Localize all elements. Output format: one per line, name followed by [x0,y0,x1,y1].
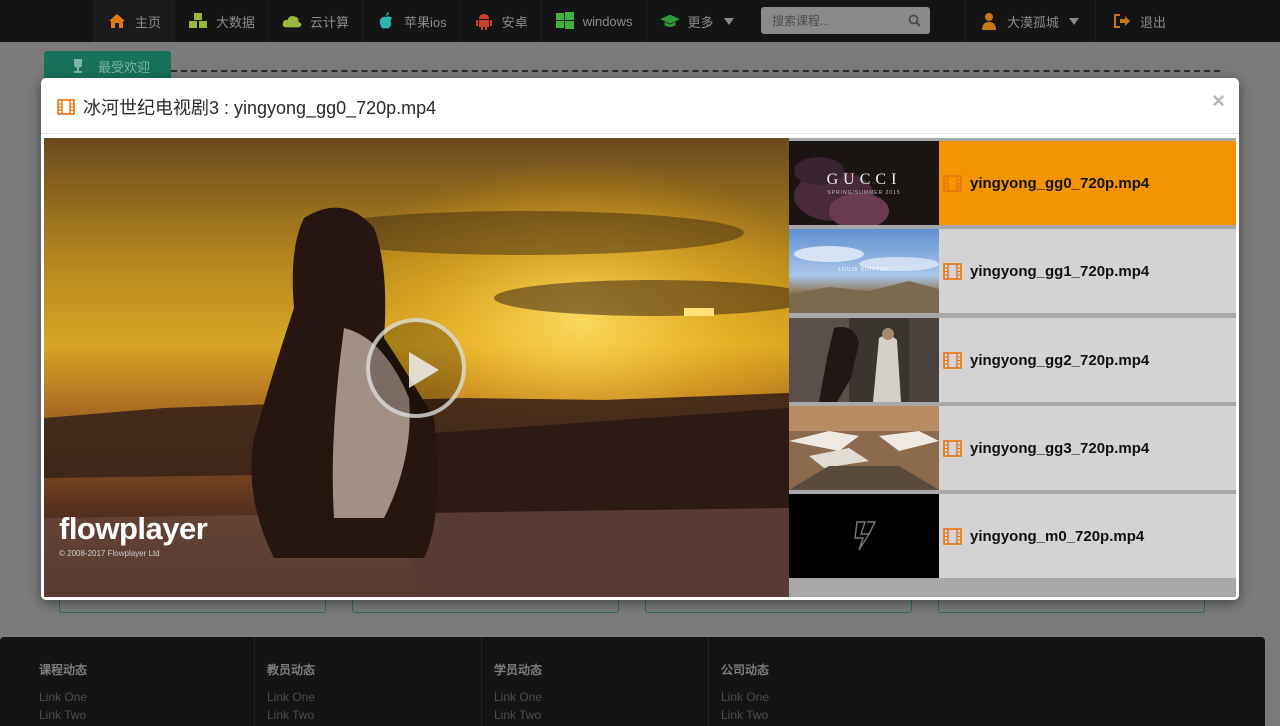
nav-item-cloud[interactable]: 云计算 [268,0,362,42]
playlist-item[interactable]: LOUIS VUITTON yingyong_gg1_720p.mp4 [789,229,1236,313]
user-menu[interactable]: 大漠孤城 [965,0,1095,42]
search-input[interactable] [761,7,901,34]
footer-column-title: 教员动态 [267,663,316,677]
footer-link[interactable]: Link Two [721,706,935,724]
video-thumbnail: LOUIS VUITTON [789,229,939,313]
nav-item-label: 更多 [687,14,714,30]
cubes-icon [188,12,208,30]
graduation-cap-icon [659,12,680,30]
play-icon [409,352,439,388]
apple-icon [376,12,396,30]
flowplayer-logo[interactable]: flowplayer [59,511,208,547]
popular-tab-label: 最受欢迎 [98,59,151,75]
android-icon [474,12,494,30]
thumbnail-brand-subtext: SPRING/SUMMER 2015 [827,190,901,196]
modal-header: 冰河世纪电视剧3 : yingyong_gg0_720p.mp4 × [41,78,1239,134]
logout-label: 退出 [1140,14,1167,30]
film-icon [943,262,962,280]
nav-item-android[interactable]: 安卓 [459,0,541,42]
nav-item-windows[interactable]: windows [540,0,646,42]
playlist-item-name: yingyong_gg1_720p.mp4 [970,262,1150,280]
footer-column: 学员动态 Link One Link Two [481,637,708,726]
footer-column-title: 课程动态 [39,663,88,677]
thumbnail-brand-text: LOUIS VUITTON [838,267,890,273]
footer: 课程动态 Link One Link Two 教员动态 Link One Lin… [0,637,1265,726]
playlist-item-label: yingyong_gg1_720p.mp4 [939,229,1149,313]
windows-icon [555,12,575,30]
modal-title-text: 冰河世纪电视剧3 : yingyong_gg0_720p.mp4 [83,98,437,118]
user-name: 大漠孤城 [1007,14,1060,30]
nav-item-more[interactable]: 更多 [645,0,747,42]
film-icon [943,439,962,457]
playlist-item[interactable]: yingyong_m0_720p.mp4 [789,494,1236,578]
cloud-icon [282,12,302,30]
nav-item-label: 苹果ios [404,14,447,30]
playlist-item-name: yingyong_gg0_720p.mp4 [970,174,1150,192]
modal-title: 冰河世纪电视剧3 : yingyong_gg0_720p.mp4 [57,94,436,120]
logout-button[interactable]: 退出 [1095,0,1194,42]
footer-link[interactable]: Link One [721,688,935,706]
home-icon [107,12,127,30]
chevron-down-icon [723,17,734,25]
user-nav: 大漠孤城 退出 [965,0,1194,42]
popular-tab[interactable]: 最受欢迎 [44,51,171,81]
search-icon[interactable] [908,14,921,27]
footer-link[interactable]: Link One [39,688,254,706]
video-player[interactable]: flowplayer © 2008-2017 Flowplayer Ltd [44,138,789,597]
top-navbar: 主页 大数据 云计算 苹果ios 安卓 windows 更多 搜索课程... 大… [0,0,1280,42]
video-thumbnail: GUCCI SPRING/SUMMER 2015 [789,141,939,225]
play-button[interactable] [366,318,466,418]
footer-column-title: 学员动态 [494,663,543,677]
nav-item-bigdata[interactable]: 大数据 [174,0,268,42]
user-icon [979,12,999,30]
sign-out-icon [1112,12,1132,30]
playlist-item-name: yingyong_gg3_720p.mp4 [970,439,1150,457]
footer-link[interactable]: Link One [267,688,481,706]
film-icon [57,98,75,116]
playlist-item[interactable]: yingyong_gg2_720p.mp4 [789,318,1236,402]
footer-link[interactable]: Link Two [267,706,481,724]
nav-item-label: 云计算 [310,14,350,30]
nav-item-label: windows [582,13,633,29]
playlist-item-label: yingyong_gg2_720p.mp4 [939,318,1149,402]
video-thumbnail [789,406,939,490]
section-divider [171,70,1220,72]
nav-item-label: 安卓 [501,14,528,30]
playlist-item-label: yingyong_gg3_720p.mp4 [939,406,1149,490]
film-icon [943,174,962,192]
footer-link[interactable]: Link One [494,688,708,706]
playlist: GUCCI SPRING/SUMMER 2015 yingyong_gg0_72… [789,138,1236,597]
nav-item-label: 主页 [135,14,162,30]
thumbnail-brand-text: GUCCI [826,171,902,188]
playlist-item-label: yingyong_gg0_720p.mp4 [939,141,1149,225]
nav-item-label: 大数据 [216,14,256,30]
nav-item-home[interactable]: 主页 [93,0,175,42]
main-nav: 主页 大数据 云计算 苹果ios 安卓 windows 更多 [93,0,747,42]
player-copyright: © 2008-2017 Flowplayer Ltd [59,549,160,558]
close-button[interactable]: × [1212,90,1225,112]
chevron-down-icon [1069,17,1080,25]
playlist-item-name: yingyong_m0_720p.mp4 [970,527,1145,545]
video-thumbnail [789,318,939,402]
footer-column-title: 公司动态 [721,663,770,677]
trophy-icon [70,58,86,74]
footer-link[interactable]: Link Two [494,706,708,724]
film-icon [943,351,962,369]
nav-item-ios[interactable]: 苹果ios [362,0,460,42]
playlist-item[interactable]: yingyong_gg3_720p.mp4 [789,406,1236,490]
playlist-item-name: yingyong_gg2_720p.mp4 [970,351,1150,369]
film-icon [943,527,962,545]
search-box [761,7,930,34]
footer-link[interactable]: Link Two [39,706,254,724]
footer-column: 课程动态 Link One Link Two [27,637,254,726]
footer-column: 公司动态 Link One Link Two [708,637,935,726]
playlist-item[interactable]: GUCCI SPRING/SUMMER 2015 yingyong_gg0_72… [789,141,1236,225]
footer-column: 教员动态 Link One Link Two [254,637,481,726]
playlist-item-label: yingyong_m0_720p.mp4 [939,494,1144,578]
video-modal: 冰河世纪电视剧3 : yingyong_gg0_720p.mp4 × flowp… [41,78,1239,600]
video-thumbnail [789,494,939,578]
